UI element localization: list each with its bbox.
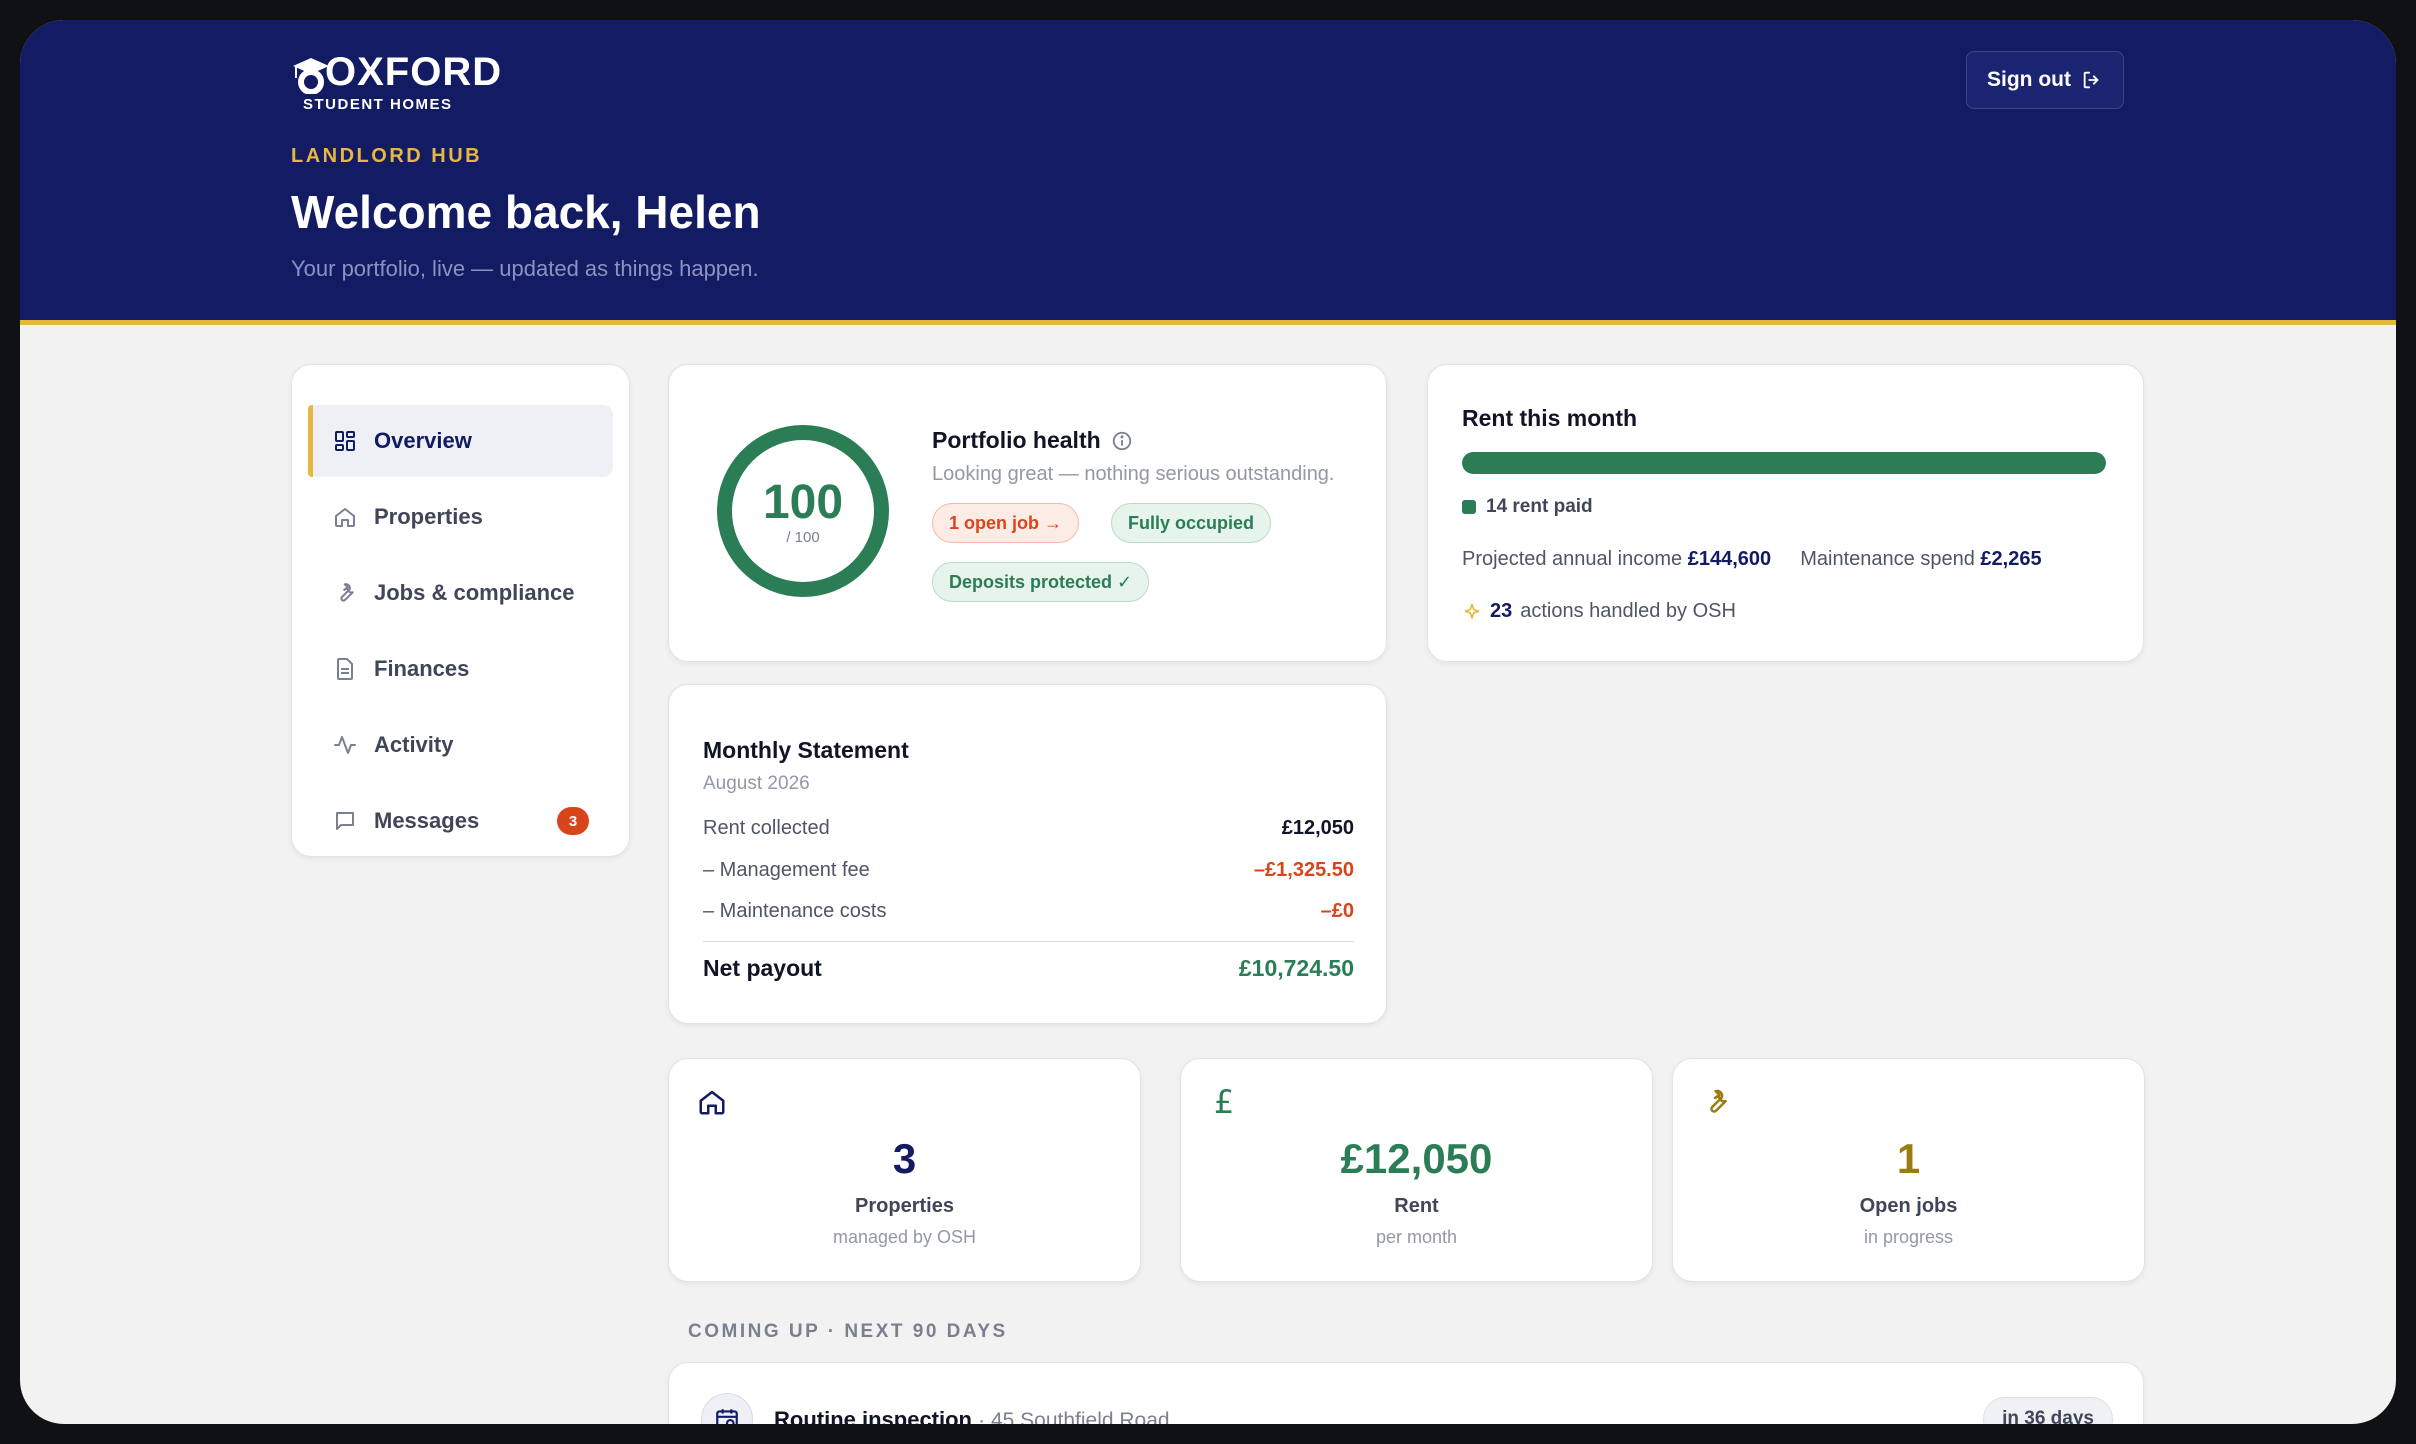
statement-row-label: – Maintenance costs	[703, 900, 887, 922]
document-icon	[332, 656, 358, 682]
upcoming-item[interactable]: Routine inspection · 45 Southfield Road …	[668, 1362, 2144, 1424]
actions-label: actions handled by OSH	[1520, 600, 1736, 622]
stat-card-open-jobs[interactable]: 1 Open jobs in progress	[1672, 1058, 2145, 1282]
statement-row: Rent collected £12,050	[703, 817, 1354, 840]
header-banner: OXFORD STUDENT HOMES LANDLORD HUB Welcom…	[20, 20, 2396, 325]
sidebar-item-activity[interactable]: Activity	[308, 709, 613, 781]
sidebar-item-overview[interactable]: Overview	[308, 405, 613, 477]
calendar-icon	[701, 1393, 753, 1424]
rent-progress-bar	[1462, 452, 2106, 474]
sidebar-item-finances[interactable]: Finances	[308, 633, 613, 705]
sidebar-item-label: Messages	[374, 808, 480, 833]
stat-card-rent[interactable]: £ £12,050 Rent per month	[1180, 1058, 1653, 1282]
monthly-statement-card: Monthly Statement August 2026 Rent colle…	[668, 684, 1387, 1024]
health-score: 100	[762, 475, 844, 529]
stat-value: 3	[892, 1135, 917, 1182]
health-subtitle: Looking great — nothing serious outstand…	[932, 463, 1335, 485]
home-icon	[695, 1085, 729, 1119]
rent-title: Rent this month	[1462, 405, 1638, 431]
statement-month: August 2026	[703, 773, 810, 794]
upcoming-title-text: Routine inspection	[774, 1407, 972, 1424]
maintenance-spend-value: £2,265	[1980, 548, 2042, 570]
deposits-protected-pill: Deposits protected ✓	[932, 562, 1150, 602]
stat-value: 1	[1896, 1135, 1921, 1182]
projected-income-label: Projected annual income	[1462, 548, 1683, 570]
rent-paid-label: 14 rent paid	[1486, 496, 1593, 517]
sparkle-icon	[1464, 603, 1480, 619]
net-payout-value: £10,724.50	[1238, 955, 1354, 981]
statement-divider	[703, 941, 1354, 942]
sidebar-item-label: Jobs & compliance	[374, 580, 575, 605]
stat-label: Open jobs	[1859, 1195, 1958, 1217]
statement-row-value: –£1,325.50	[1253, 859, 1354, 881]
open-job-pill[interactable]: 1 open job →	[932, 503, 1080, 543]
sidebar-item-label: Activity	[374, 732, 454, 757]
page-subtitle: Your portfolio, live — updated as things…	[291, 256, 759, 281]
grid-icon	[332, 428, 358, 454]
statement-row-value: –£0	[1320, 900, 1354, 922]
sidebar-item-jobs[interactable]: Jobs & compliance	[308, 557, 613, 629]
statement-row-value: £12,050	[1281, 817, 1354, 839]
stat-value: £12,050	[1340, 1135, 1493, 1182]
wrench-icon	[332, 580, 358, 606]
income-summary: Projected annual income £144,600 Mainten…	[1462, 548, 2042, 571]
stat-sublabel: managed by OSH	[832, 1227, 977, 1247]
maintenance-spend-label: Maintenance spend	[1800, 548, 1975, 570]
stat-sublabel: per month	[1375, 1227, 1458, 1247]
wrench-icon	[1699, 1085, 1733, 1119]
actions-count: 23	[1490, 600, 1513, 622]
health-score-max: / 100	[786, 528, 820, 546]
graduation-cap-icon	[293, 58, 329, 94]
sidebar-item-label: Properties	[374, 504, 483, 529]
legend-swatch	[1462, 500, 1476, 514]
stat-label: Properties	[855, 1195, 954, 1217]
hub-kicker: LANDLORD HUB	[291, 145, 483, 167]
sidebar-item-messages[interactable]: Messages 3	[308, 785, 613, 857]
rent-paid-legend: 14 rent paid	[1462, 496, 1593, 518]
stat-sublabel: in progress	[1863, 1227, 1954, 1247]
stat-label: Rent	[1394, 1195, 1439, 1217]
logo-subtitle: STUDENT HOMES	[303, 96, 453, 113]
app-window: OXFORD STUDENT HOMES LANDLORD HUB Welcom…	[20, 20, 2396, 1424]
net-payout-label: Net payout	[703, 955, 822, 981]
sign-out-label: Sign out	[1987, 68, 2071, 91]
messages-count-badge: 3	[557, 807, 589, 835]
logo[interactable]: OXFORD STUDENT HOMES	[291, 50, 502, 113]
sidebar-item-properties[interactable]: Properties	[308, 481, 613, 553]
chat-icon	[332, 808, 358, 834]
pound-icon: £	[1213, 1083, 1235, 1121]
upcoming-address: · 45 Southfield Road	[978, 1409, 1170, 1424]
rent-progress-fill	[1462, 452, 2106, 474]
health-score-ring: 100 / 100	[717, 425, 889, 597]
sidebar-item-label: Finances	[374, 656, 470, 681]
statement-row-label: – Management fee	[703, 859, 870, 881]
actions-handled: 23 actions handled by OSH	[1462, 600, 1736, 623]
statement-row: – Management fee –£1,325.50	[703, 859, 1354, 882]
net-payout-row: Net payout £10,724.50	[703, 955, 1354, 982]
sidebar-nav: Overview Properties Jobs & compliance Fi…	[291, 364, 630, 857]
portfolio-health-card: 100 / 100 Portfolio health Looking great…	[668, 364, 1387, 662]
statement-title: Monthly Statement	[703, 737, 909, 763]
fully-occupied-pill: Fully occupied	[1111, 503, 1272, 543]
coming-up-heading: COMING UP · NEXT 90 DAYS	[688, 1321, 1008, 1342]
home-icon	[332, 504, 358, 530]
upcoming-due-badge: in 36 days	[1983, 1397, 2113, 1424]
page-title: Welcome back, Helen	[291, 186, 761, 238]
projected-income-value: £144,600	[1687, 548, 1772, 570]
stat-card-properties[interactable]: 3 Properties managed by OSH	[668, 1058, 1141, 1282]
rent-this-month-card: Rent this month 14 rent paid Projected a…	[1427, 364, 2144, 662]
health-title-text: Portfolio health	[932, 427, 1101, 453]
statement-row-label: Rent collected	[703, 817, 830, 839]
sign-out-icon	[2083, 71, 2099, 89]
logo-wordmark: OXFORD	[325, 50, 503, 94]
sign-out-button[interactable]: Sign out	[1966, 51, 2124, 109]
pulse-icon	[332, 732, 358, 758]
health-title: Portfolio health	[932, 427, 1133, 454]
sidebar-item-label: Overview	[374, 428, 472, 453]
upcoming-title: Routine inspection · 45 Southfield Road	[774, 1407, 1170, 1424]
info-icon[interactable]	[1111, 430, 1133, 452]
statement-row: – Maintenance costs –£0	[703, 900, 1354, 923]
